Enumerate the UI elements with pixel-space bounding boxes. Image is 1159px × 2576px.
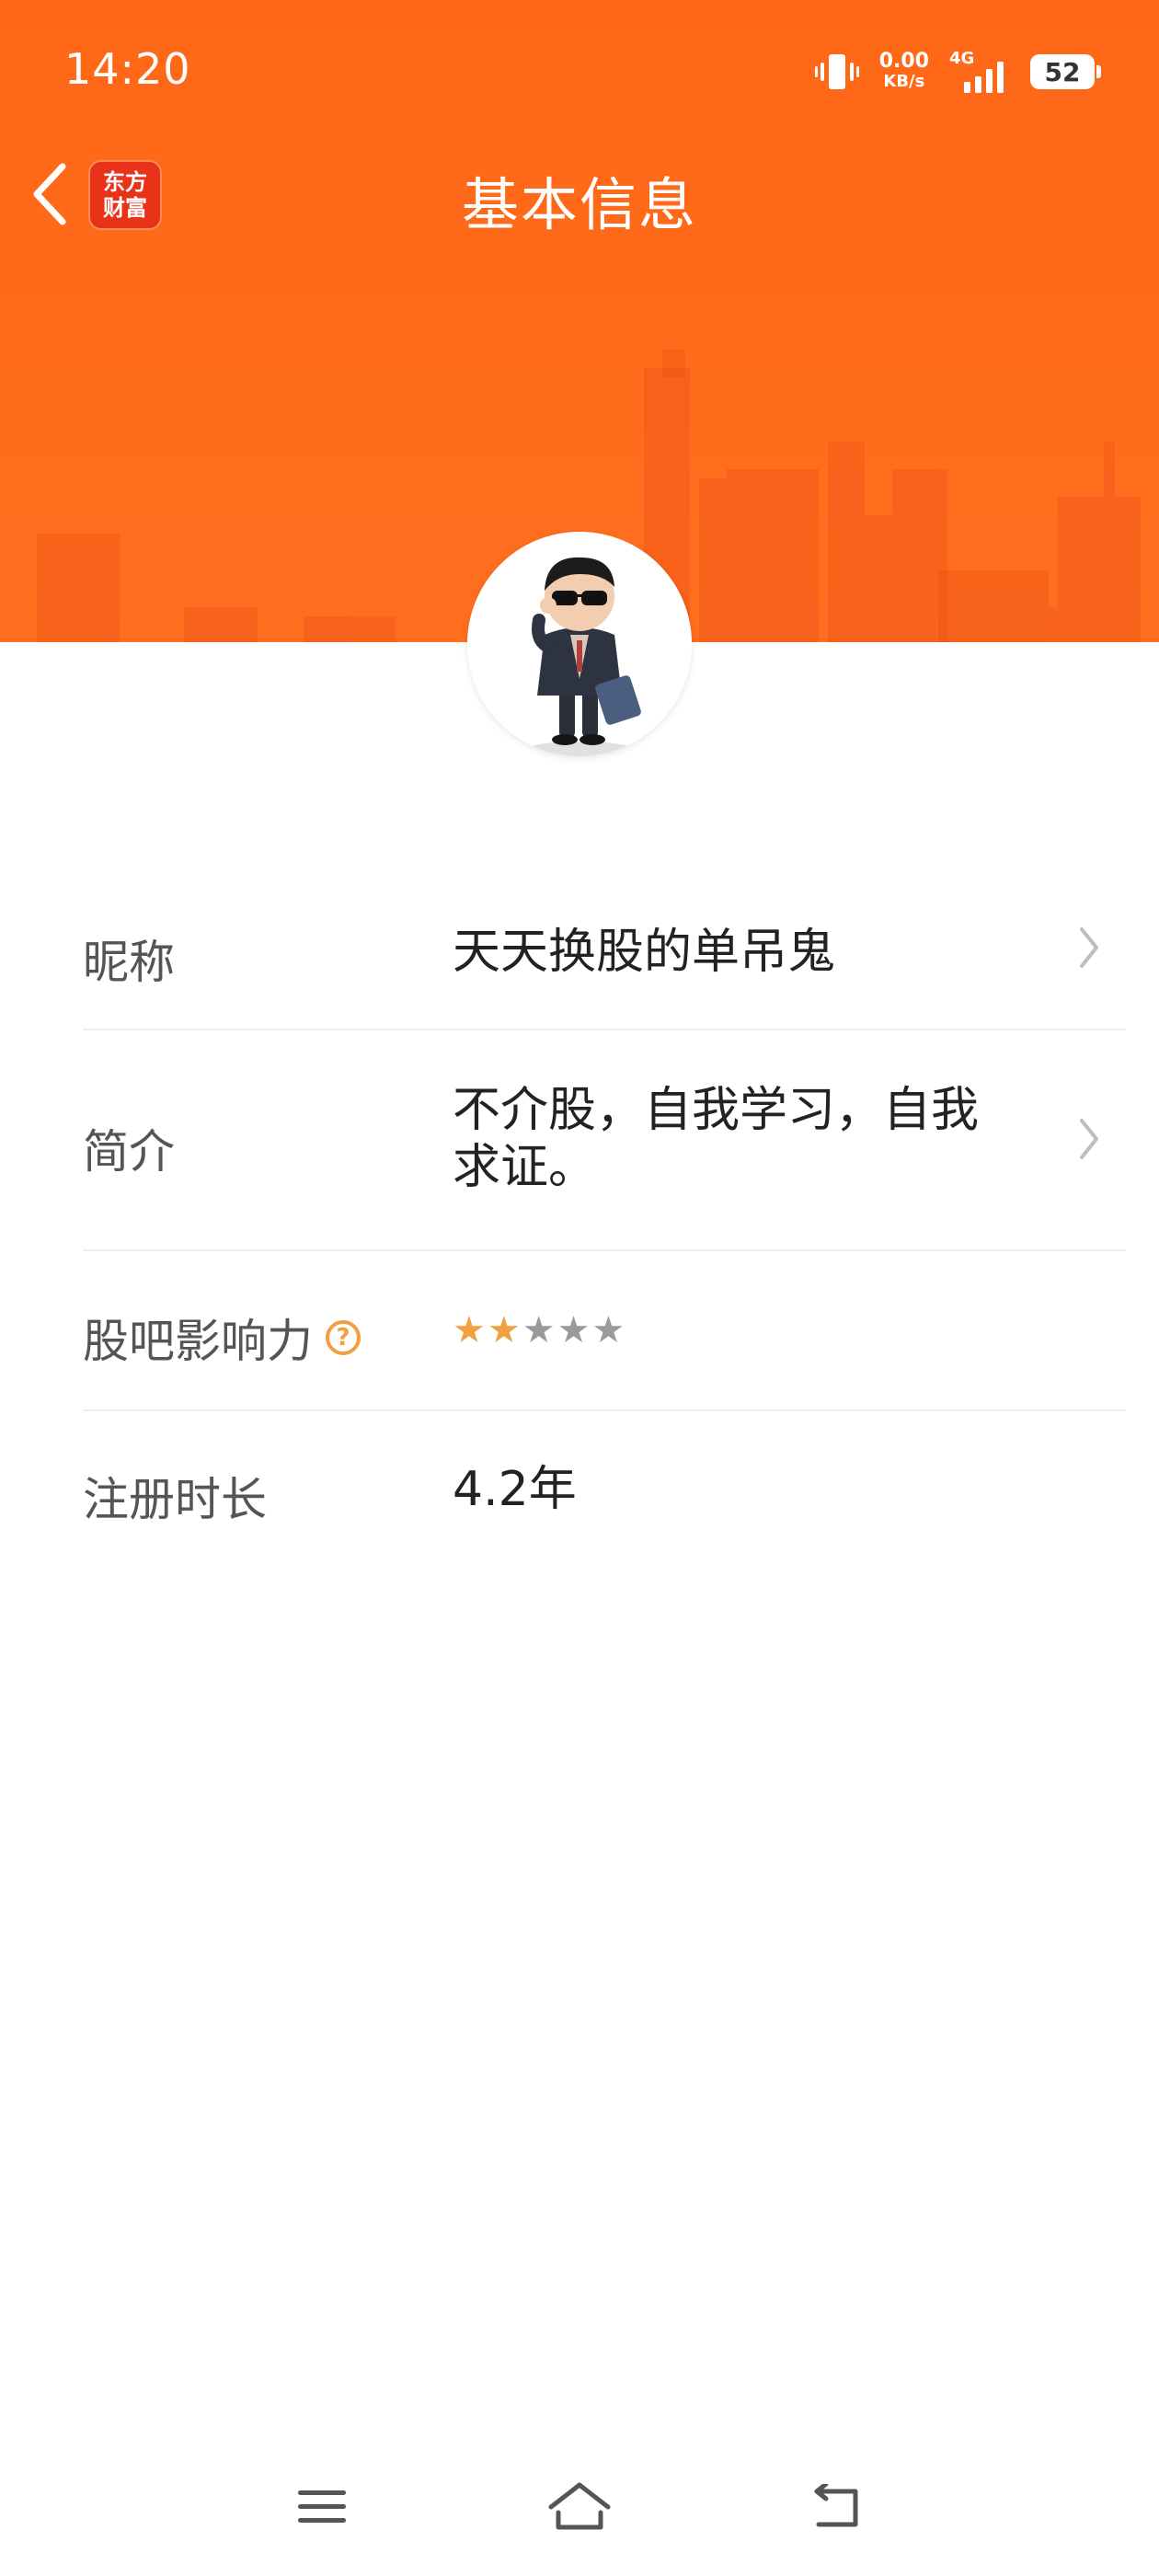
influence-label: 股吧影响力 — [83, 1315, 313, 1368]
star-icon-filled: ★ — [487, 1309, 521, 1351]
battery-icon: 52 — [1030, 54, 1101, 89]
help-icon[interactable]: ? — [326, 1320, 361, 1355]
chevron-right-icon — [1078, 926, 1100, 973]
system-navigation-bar — [0, 2466, 1159, 2548]
avatar-character — [467, 532, 692, 756]
network-speed-value: 0.00 — [878, 50, 929, 73]
bio-value-line2: 求证。 — [453, 1140, 597, 1195]
network-speed: 0.00 KB/s — [879, 52, 929, 92]
influence-rating: ★ ★ ★ ★ ★ — [453, 1312, 625, 1349]
registration-value: 4.2年 — [453, 1462, 577, 1517]
star-icon-empty: ★ — [591, 1309, 625, 1351]
home-icon — [548, 2482, 611, 2530]
registration-label: 注册时长 — [83, 1473, 267, 1526]
registration-row: 注册时长 4.2年 — [83, 1411, 1126, 1568]
star-icon-empty: ★ — [522, 1309, 556, 1351]
signal-icon — [964, 62, 1004, 93]
menu-icon — [298, 2490, 346, 2523]
system-back-button[interactable] — [791, 2466, 883, 2548]
star-icon-filled: ★ — [453, 1309, 486, 1351]
menu-button[interactable] — [276, 2466, 368, 2548]
avatar[interactable] — [467, 532, 692, 756]
battery-level: 52 — [1044, 56, 1081, 87]
bio-value: 不介股，自我学习，自我 求证。 — [453, 1082, 979, 1196]
star-icon-empty: ★ — [557, 1309, 591, 1351]
vibrate-icon — [814, 52, 859, 92]
influence-row: 股吧影响力 ? ★ ★ ★ ★ ★ — [83, 1251, 1126, 1411]
profile-info-list: 昵称 天天换股的单吊鬼 简介 不介股，自我学习，自我 求证。 股吧影响力 ? ★… — [83, 874, 1126, 1568]
nickname-value: 天天换股的单吊鬼 — [453, 925, 836, 980]
network-speed-unit: KB/s — [883, 72, 925, 91]
page-title: 基本信息 — [461, 171, 697, 238]
home-button[interactable] — [534, 2466, 625, 2548]
bio-row[interactable]: 简介 不介股，自我学习，自我 求证。 — [83, 1030, 1126, 1251]
signal-indicator: 4G — [949, 49, 1010, 95]
bio-value-line1: 不介股，自我学习，自我 — [453, 1083, 980, 1138]
bio-label: 简介 — [83, 1125, 175, 1179]
influence-label-group: 股吧影响力 ? — [83, 1305, 361, 1371]
status-icons: 0.00 KB/s 4G 52 — [814, 46, 1101, 98]
chevron-right-icon — [1078, 1117, 1100, 1165]
status-time: 14:20 — [64, 44, 191, 94]
nickname-label: 昵称 — [83, 936, 175, 989]
back-icon — [814, 2484, 858, 2527]
nickname-row[interactable]: 昵称 天天换股的单吊鬼 — [83, 874, 1126, 1030]
